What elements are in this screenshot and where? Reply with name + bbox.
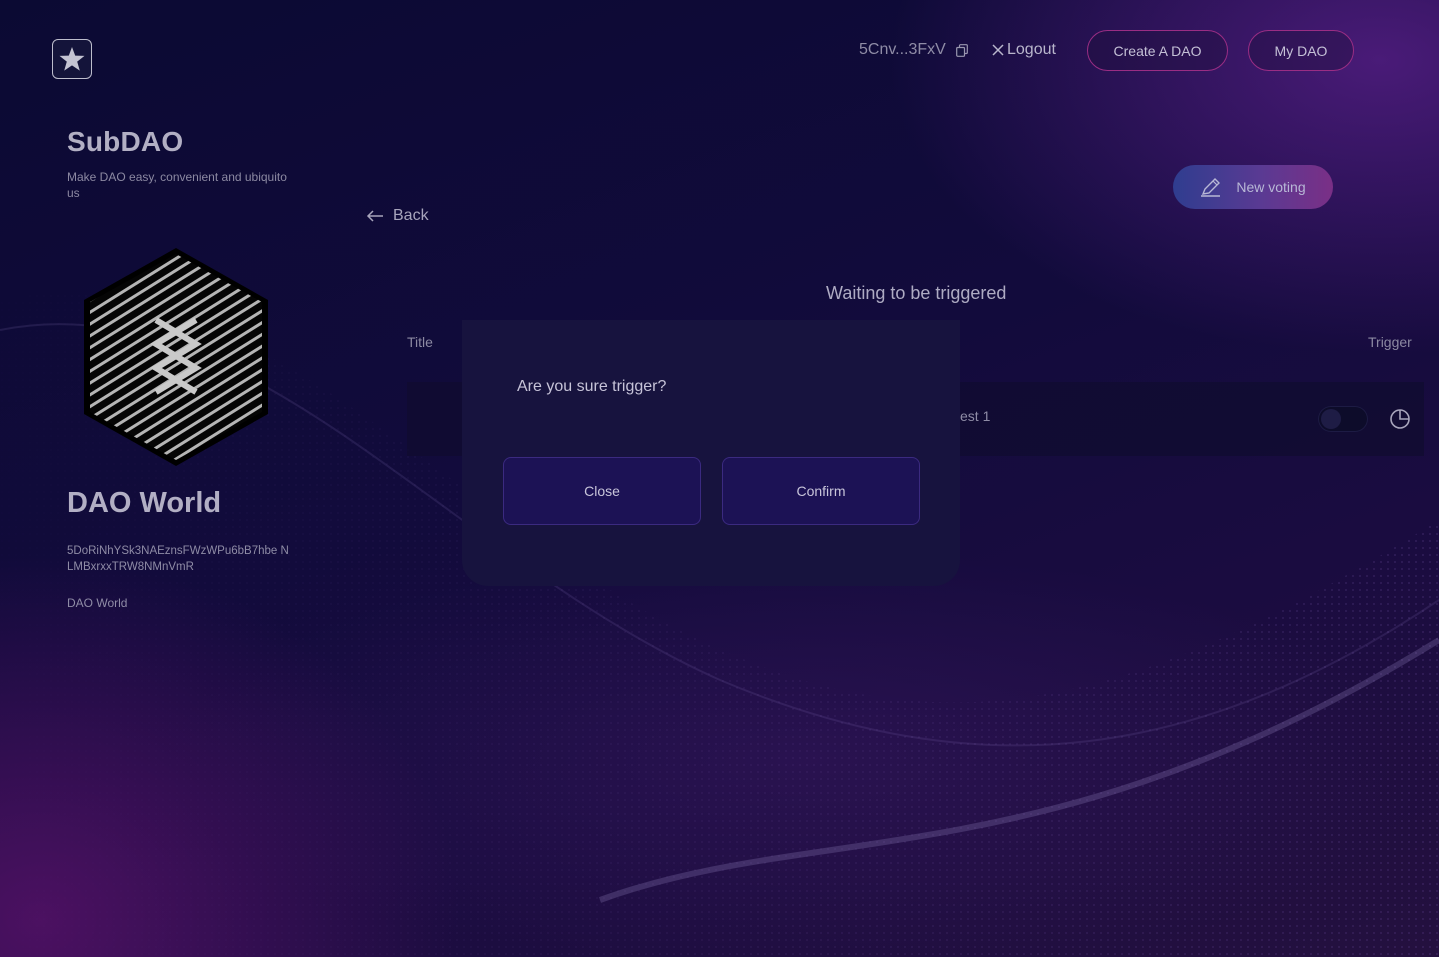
trigger-toggle[interactable] [1318, 406, 1368, 432]
section-title: Waiting to be triggered [826, 283, 1007, 303]
logout-label: Logout [1007, 41, 1056, 58]
close-x-icon [992, 44, 1004, 56]
modal-question: Are you sure trigger? [517, 378, 667, 395]
wallet-address[interactable]: 5Cnv...3FxV [859, 41, 968, 59]
pen-icon [1201, 178, 1221, 197]
app-title: SubDAO [67, 126, 184, 157]
confirm-modal: Are you sure trigger? Close Confirm [462, 320, 960, 586]
close-button[interactable]: Close [503, 457, 701, 525]
logout-button[interactable]: Logout [991, 41, 1056, 59]
create-dao-button[interactable]: Create A DAO [1087, 30, 1228, 71]
pie-chart-icon[interactable] [1389, 408, 1411, 430]
confirm-label: Confirm [796, 483, 846, 499]
confirm-button[interactable]: Confirm [722, 457, 920, 525]
app-subtitle: Make DAO easy, convenient and ubiquito u… [67, 170, 287, 200]
star-logo-icon [59, 47, 85, 71]
wallet-address-text: 5Cnv...3FxV [859, 41, 946, 58]
new-voting-button[interactable]: New voting [1173, 165, 1333, 209]
dao-name: DAO World [67, 487, 222, 519]
my-dao-label: My DAO [1274, 42, 1328, 59]
back-label: Back [393, 207, 429, 224]
new-voting-label: New voting [1236, 179, 1306, 195]
back-button[interactable]: Back [366, 207, 429, 225]
toggle-knob [1321, 409, 1341, 429]
create-dao-label: Create A DAO [1113, 42, 1202, 59]
arrow-left-icon [366, 210, 383, 222]
dao-address: 5DoRiNhYSk3NAEznsFWzWPu6bB7hbe NLMBxrxxT… [67, 545, 289, 573]
row-title: est 1 [960, 408, 991, 424]
column-header-trigger: Trigger [1368, 334, 1412, 350]
my-dao-button[interactable]: My DAO [1248, 30, 1354, 71]
close-label: Close [584, 483, 620, 499]
column-header-title: Title [407, 334, 433, 350]
copy-icon[interactable] [955, 43, 968, 57]
dao-description: DAO World [67, 596, 128, 610]
dao-logo [84, 248, 268, 466]
app-logo[interactable] [52, 39, 92, 79]
